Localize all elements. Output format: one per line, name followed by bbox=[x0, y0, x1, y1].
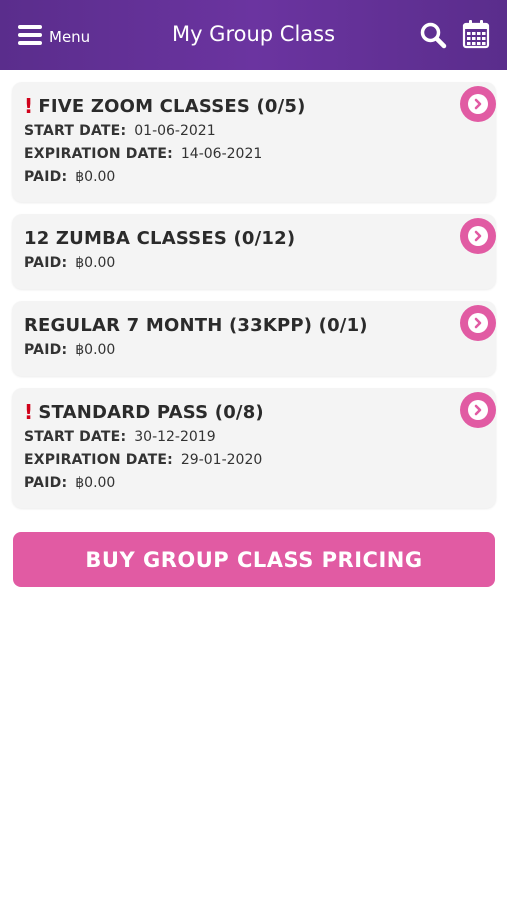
paid-row: PAID: ฿0.00 bbox=[24, 252, 484, 275]
chevron-right-icon bbox=[468, 313, 488, 333]
class-card-regular-7-month[interactable]: REGULAR 7 MONTH (33KPP) (0/1) PAID: ฿0.00 bbox=[12, 301, 496, 376]
paid-label: PAID: bbox=[24, 169, 68, 185]
calendar-button[interactable] bbox=[462, 19, 490, 49]
chevron-right-icon bbox=[468, 226, 488, 246]
paid-row: PAID: ฿0.00 bbox=[24, 339, 484, 362]
app-header: Menu My Group Class bbox=[0, 0, 507, 70]
class-title: 12 ZUMBA CLASSES (0/12) bbox=[24, 224, 484, 252]
hamburger-icon bbox=[18, 25, 42, 45]
expiration-date-label: EXPIRATION DATE: bbox=[24, 452, 173, 468]
class-title: REGULAR 7 MONTH (33KPP) (0/1) bbox=[24, 311, 484, 339]
open-class-button[interactable] bbox=[460, 392, 496, 428]
expiration-date-value: 29-01-2020 bbox=[180, 452, 263, 468]
paid-row: PAID: ฿0.00 bbox=[24, 166, 484, 189]
open-class-button[interactable] bbox=[460, 218, 496, 254]
expiration-date-row: EXPIRATION DATE: 29-01-2020 bbox=[24, 449, 484, 472]
paid-value: ฿0.00 bbox=[75, 342, 116, 358]
search-button[interactable] bbox=[419, 21, 447, 49]
chevron-right-icon bbox=[468, 94, 488, 114]
paid-label: PAID: bbox=[24, 255, 68, 271]
class-title-text: FIVE ZOOM CLASSES (0/5) bbox=[38, 95, 306, 117]
paid-label: PAID: bbox=[24, 475, 68, 491]
paid-value: ฿0.00 bbox=[75, 169, 116, 185]
class-title-text: REGULAR 7 MONTH (33KPP) (0/1) bbox=[24, 314, 368, 336]
class-card-standard-pass[interactable]: ! STANDARD PASS (0/8) START DATE: 30-12-2… bbox=[12, 388, 496, 508]
expiration-date-row: EXPIRATION DATE: 14-06-2021 bbox=[24, 143, 484, 166]
chevron-right-icon bbox=[468, 400, 488, 420]
class-card-five-zoom[interactable]: ! FIVE ZOOM CLASSES (0/5) START DATE: 01-… bbox=[12, 82, 496, 202]
start-date-row: START DATE: 01-06-2021 bbox=[24, 120, 484, 143]
start-date-value: 30-12-2019 bbox=[134, 429, 216, 445]
alert-icon: ! bbox=[24, 400, 34, 424]
menu-label: Menu bbox=[49, 27, 91, 46]
alert-icon: ! bbox=[24, 94, 34, 118]
class-title: ! FIVE ZOOM CLASSES (0/5) bbox=[24, 92, 484, 120]
menu-button[interactable]: Menu bbox=[18, 20, 90, 50]
start-date-label: START DATE: bbox=[24, 429, 127, 445]
buy-group-class-pricing-button[interactable]: BUY GROUP CLASS PRICING bbox=[13, 532, 495, 587]
paid-label: PAID: bbox=[24, 342, 68, 358]
search-icon bbox=[420, 22, 447, 49]
open-class-button[interactable] bbox=[460, 86, 496, 122]
paid-row: PAID: ฿0.00 bbox=[24, 472, 484, 495]
start-date-value: 01-06-2021 bbox=[134, 123, 216, 139]
expiration-date-value: 14-06-2021 bbox=[180, 146, 263, 162]
start-date-label: START DATE: bbox=[24, 123, 127, 139]
expiration-date-label: EXPIRATION DATE: bbox=[24, 146, 173, 162]
calendar-icon bbox=[462, 20, 490, 49]
start-date-row: START DATE: 30-12-2019 bbox=[24, 426, 484, 449]
class-title-text: STANDARD PASS (0/8) bbox=[38, 401, 264, 423]
class-title-text: 12 ZUMBA CLASSES (0/12) bbox=[24, 227, 296, 249]
paid-value: ฿0.00 bbox=[75, 255, 116, 271]
class-title: ! STANDARD PASS (0/8) bbox=[24, 398, 484, 426]
class-card-12-zumba[interactable]: 12 ZUMBA CLASSES (0/12) PAID: ฿0.00 bbox=[12, 214, 496, 289]
paid-value: ฿0.00 bbox=[75, 475, 116, 491]
open-class-button[interactable] bbox=[460, 305, 496, 341]
